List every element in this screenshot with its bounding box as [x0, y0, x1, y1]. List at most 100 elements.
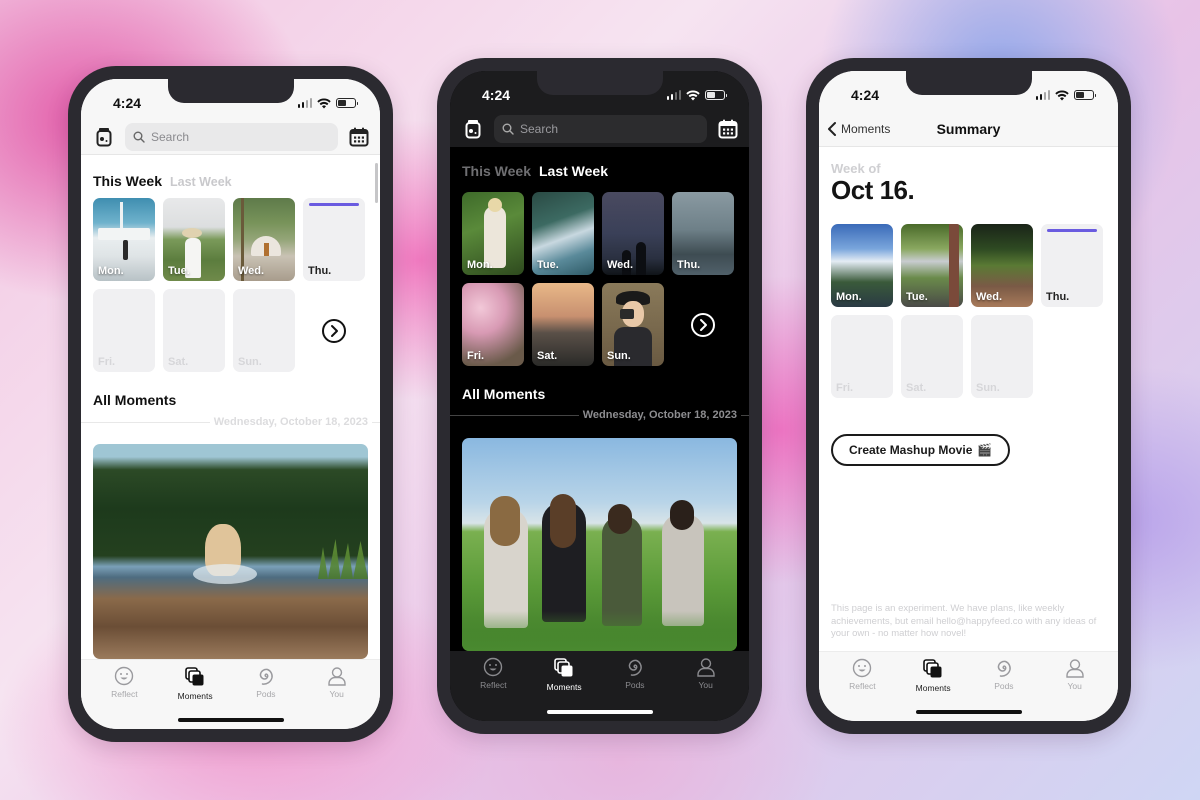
tab-label: Pods [256, 689, 276, 699]
tab-you[interactable]: You [676, 657, 736, 721]
day-label: Tue. [168, 265, 190, 277]
search-input[interactable]: Search [125, 122, 338, 151]
tab-label: You [698, 680, 713, 690]
day-tile-sat[interactable]: Sat. [163, 289, 225, 372]
day-label: Mon. [836, 291, 862, 303]
person-icon [327, 667, 346, 686]
battery-icon [336, 98, 358, 108]
tab-this-week[interactable]: This Week [93, 173, 162, 189]
tab-label: Reflect [111, 689, 138, 699]
day-label: Thu. [1046, 291, 1070, 303]
day-tile-wed[interactable]: Wed. [602, 192, 664, 275]
screen-moments-dark: 4:24 Search This Week Last Week Mon. Tue… [450, 71, 749, 721]
tab-you[interactable]: You [1045, 658, 1105, 721]
person-icon [1065, 659, 1084, 678]
search-input[interactable]: Search [494, 115, 707, 143]
create-mashup-movie-button[interactable]: Create Mashup Movie 🎬 [831, 434, 1011, 466]
day-label: Mon. [467, 259, 493, 271]
chevron-right-circle-icon [322, 318, 346, 343]
experiment-note: This page is an experiment. We have plan… [831, 603, 1097, 639]
tab-label: Moments [915, 683, 951, 693]
home-indicator[interactable] [915, 710, 1022, 714]
day-tile-sat[interactable]: Sat. [901, 315, 963, 398]
tab-label: Pods [625, 680, 645, 690]
divider [372, 421, 380, 423]
tab-last-week[interactable]: Last Week [539, 163, 608, 179]
day-tile-mon[interactable]: Mon. [462, 192, 524, 275]
day-label: Fri. [467, 350, 485, 362]
notch [905, 71, 1032, 95]
chevron-right-circle-icon [691, 312, 715, 337]
smiley-icon [484, 657, 503, 677]
day-tile-sun[interactable]: Sun. [602, 283, 664, 366]
home-indicator[interactable] [546, 710, 653, 714]
scrollbar[interactable] [375, 163, 378, 203]
moment-photo[interactable] [462, 438, 737, 651]
signal-icon [666, 90, 681, 100]
date-label: Wednesday, October 18, 2023 [213, 416, 368, 428]
signal-icon [297, 98, 312, 108]
status-time: 4:24 [113, 95, 142, 111]
day-tile-tue[interactable]: Tue. [901, 224, 963, 307]
day-tile-thu[interactable]: Thu. [303, 198, 365, 281]
moment-photo[interactable] [93, 444, 368, 659]
date-label: Wednesday, October 18, 2023 [582, 409, 737, 421]
jar-icon[interactable] [93, 126, 115, 148]
spiral-icon [997, 660, 1011, 677]
day-label: Wed. [976, 291, 1003, 303]
tab-label: Reflect [480, 680, 507, 690]
button-label: Create Mashup Movie [849, 443, 973, 457]
day-tile-wed[interactable]: Wed. [971, 224, 1033, 307]
notch [167, 79, 294, 103]
back-label: Moments [841, 121, 891, 136]
screen-summary: 4:24 Moments Summary Week of Oct 16. Mon… [819, 71, 1118, 721]
day-tile-sun[interactable]: Sun. [971, 315, 1033, 398]
jar-icon[interactable] [462, 118, 484, 140]
day-label: Wed. [238, 265, 265, 277]
calendar-icon[interactable] [348, 126, 370, 148]
all-moments-title: All Moments [462, 386, 546, 402]
day-tile-thu[interactable]: Thu. [672, 192, 734, 275]
day-label: Sat. [906, 382, 927, 394]
tab-reflect[interactable]: Reflect [94, 666, 154, 729]
day-tile-fri[interactable]: Fri. [93, 289, 155, 372]
tab-you[interactable]: You [307, 666, 367, 729]
all-moments-title: All Moments [93, 392, 177, 408]
tab-reflect[interactable]: Reflect [463, 657, 523, 721]
smiley-icon [115, 666, 134, 686]
day-tile-fri[interactable]: Fri. [462, 283, 524, 366]
search-icon [502, 123, 514, 135]
day-tile-thu[interactable]: Thu. [1041, 224, 1103, 307]
tab-last-week[interactable]: Last Week [170, 175, 232, 189]
week-grid: Mon. Tue. Wed. Thu. Fri. Sat. Sun. [93, 198, 365, 372]
home-indicator[interactable] [177, 718, 284, 722]
day-tile-tue[interactable]: Tue. [532, 192, 594, 275]
day-tile-mon[interactable]: Mon. [93, 198, 155, 281]
search-icon [133, 131, 145, 143]
phone-summary: 4:24 Moments Summary Week of Oct 16. Mon… [806, 58, 1131, 734]
day-tile-fri[interactable]: Fri. [831, 315, 893, 398]
day-tile-sat[interactable]: Sat. [532, 283, 594, 366]
week-date: Oct 16. [831, 175, 915, 205]
day-label: Sun. [607, 350, 631, 362]
smiley-icon [853, 658, 872, 678]
battery-icon [1074, 90, 1096, 100]
day-tile-wed[interactable]: Wed. [233, 198, 295, 281]
day-tile-tue[interactable]: Tue. [163, 198, 225, 281]
day-label: Tue. [906, 291, 928, 303]
clapperboard-icon: 🎬 [977, 443, 993, 457]
tab-label: You [329, 689, 344, 699]
tab-label: Reflect [849, 681, 876, 691]
calendar-icon[interactable] [717, 118, 739, 140]
tab-reflect[interactable]: Reflect [832, 658, 892, 721]
next-week-button[interactable] [303, 289, 365, 372]
day-tile-sun[interactable]: Sun. [233, 289, 295, 372]
day-label: Sat. [537, 350, 558, 362]
day-tile-mon[interactable]: Mon. [831, 224, 893, 307]
next-week-button[interactable] [672, 283, 734, 366]
tab-this-week[interactable]: This Week [462, 163, 531, 179]
status-time: 4:24 [482, 87, 511, 103]
screen-moments-light: 4:24 Search This Week Last Week Mon. Tue… [81, 79, 380, 729]
top-bar: Search [450, 111, 749, 147]
back-button[interactable]: Moments [827, 121, 890, 137]
